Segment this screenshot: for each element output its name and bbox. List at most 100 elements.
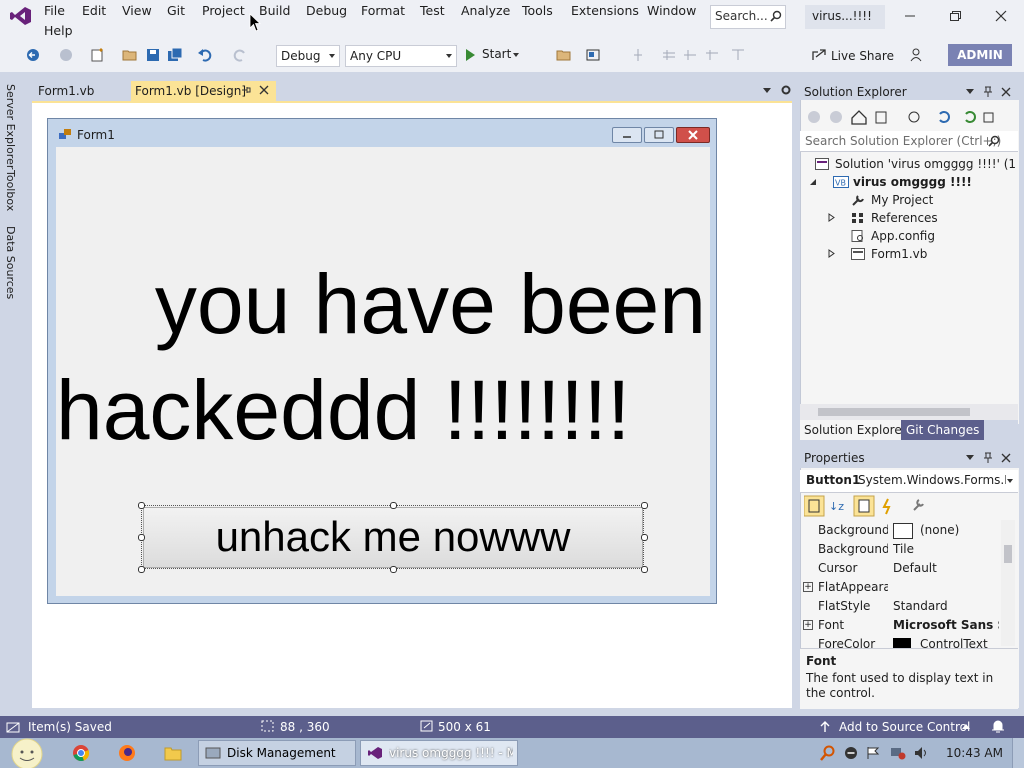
prop-value[interactable]: Standard <box>893 599 999 613</box>
menu-analyze[interactable]: Analyze <box>459 1 512 21</box>
minimize-icon[interactable] <box>902 8 918 24</box>
resize-handle[interactable] <box>138 502 145 509</box>
collapse-arrow-icon[interactable] <box>809 178 817 186</box>
forward-icon[interactable] <box>59 48 73 62</box>
menu-tools[interactable]: Tools <box>520 1 555 21</box>
new-project-icon[interactable] <box>90 47 106 63</box>
panel-close-icon[interactable] <box>1001 87 1011 97</box>
find-in-files-icon[interactable] <box>556 47 572 63</box>
prop-value[interactable]: Microsoft Sans Seri <box>893 618 999 632</box>
props-vertical-scrollbar[interactable] <box>1001 520 1015 646</box>
chrome-icon[interactable] <box>72 744 90 762</box>
prop-value[interactable]: Default <box>893 561 999 575</box>
resize-handle[interactable] <box>390 502 397 509</box>
expand-plus-icon[interactable]: + <box>803 582 813 592</box>
menu-window[interactable]: Window <box>645 1 698 21</box>
resize-handle[interactable] <box>390 566 397 573</box>
expand-arrow-icon[interactable] <box>828 213 836 222</box>
tab-close-icon[interactable] <box>259 85 269 95</box>
start-icon[interactable] <box>464 48 476 62</box>
close-icon[interactable] <box>993 8 1009 24</box>
add-to-source-control[interactable]: Add to Source Control <box>839 720 970 734</box>
side-tab-data-sources[interactable]: Data Sources <box>4 226 17 299</box>
resize-handle[interactable] <box>641 502 648 509</box>
tray-flag-icon[interactable] <box>866 746 880 760</box>
open-folder-icon[interactable] <box>122 47 138 63</box>
restore-icon[interactable] <box>947 8 963 24</box>
tree-project[interactable]: virus omgggg !!!! <box>853 175 972 189</box>
tree-app-config[interactable]: App.config <box>871 229 935 243</box>
menu-file[interactable]: File <box>42 1 67 21</box>
tab-form1-design[interactable]: Form1.vb [Design] <box>131 81 276 101</box>
tray-minus-icon[interactable] <box>844 746 858 760</box>
prop-value[interactable]: ControlText <box>920 637 988 648</box>
start-orb-icon[interactable] <box>8 736 46 768</box>
panel-close-icon[interactable] <box>1001 453 1011 463</box>
hacked-label-line-2[interactable]: hackeddd !!!!!!!! <box>56 358 710 462</box>
menu-edit[interactable]: Edit <box>80 1 108 21</box>
menu-build[interactable]: Build <box>257 1 292 21</box>
pin-icon[interactable] <box>241 85 251 95</box>
menu-project[interactable]: Project <box>200 1 247 21</box>
save-all-icon[interactable] <box>167 47 183 63</box>
save-icon[interactable] <box>145 47 161 63</box>
tree-references[interactable]: References <box>871 211 938 225</box>
layout-icon[interactable] <box>585 47 601 63</box>
start-dropdown-icon[interactable] <box>513 53 519 57</box>
se-search-input[interactable]: Search Solution Explorer (Ctrl+;) <box>800 131 1018 152</box>
tab-solution-explorer[interactable]: Solution Explorer <box>800 420 911 440</box>
live-share-icon[interactable] <box>811 48 827 62</box>
tab-git-changes[interactable]: Git Changes <box>901 420 985 440</box>
menu-debug[interactable]: Debug <box>304 1 349 21</box>
scrollbar-thumb[interactable] <box>818 408 970 416</box>
tray-search-icon[interactable] <box>820 745 836 761</box>
panel-dropdown-icon[interactable] <box>966 89 974 94</box>
object-dropdown-icon[interactable] <box>1007 479 1013 483</box>
platform-select[interactable]: Any CPU <box>345 45 457 67</box>
prop-value[interactable]: Tile <box>893 542 999 556</box>
panel-pin-icon[interactable] <box>983 452 993 464</box>
task-disk-management[interactable]: Disk Management <box>198 740 356 766</box>
se-horizontal-scrollbar[interactable] <box>800 404 1018 420</box>
undo-icon[interactable] <box>197 47 213 63</box>
tree-solution[interactable]: Solution 'virus omgggg !!!!' (1 of 1 <box>835 157 1015 171</box>
menu-extensions[interactable]: Extensions <box>569 1 641 21</box>
resize-handle[interactable] <box>138 566 145 573</box>
hacked-label-line-1[interactable]: you have been <box>56 252 710 356</box>
expand-arrow-icon[interactable] <box>828 249 836 258</box>
back-icon[interactable] <box>26 48 40 62</box>
start-button[interactable]: Start <box>482 47 511 61</box>
expand-plus-icon[interactable]: + <box>803 620 813 630</box>
notification-bell-icon[interactable] <box>991 719 1005 734</box>
resize-handle[interactable] <box>641 566 648 573</box>
tree-form1-vb[interactable]: Form1.vb <box>871 247 927 261</box>
resize-handle[interactable] <box>641 534 648 541</box>
properties-object-select[interactable]: Button1 System.Windows.Forms.Bu <box>800 470 1018 493</box>
menu-help[interactable]: Help <box>42 21 75 41</box>
live-share-button[interactable]: Live Share <box>831 49 894 63</box>
show-desktop-button[interactable] <box>1012 738 1024 768</box>
menu-git[interactable]: Git <box>165 1 187 21</box>
network-status-icon[interactable] <box>890 746 906 760</box>
search-box[interactable]: Search... <box>710 5 786 29</box>
admin-badge[interactable]: ADMIN <box>948 44 1012 66</box>
task-visual-studio[interactable]: virus omgggg !!!! - M... <box>360 740 518 766</box>
side-tab-server-explorer[interactable]: Server Explorer <box>4 84 17 169</box>
scrollbar-thumb[interactable] <box>1004 545 1012 563</box>
doc-settings-gear-icon[interactable] <box>780 84 792 96</box>
prop-value[interactable]: (none) <box>920 523 1000 537</box>
menu-test[interactable]: Test <box>418 1 447 21</box>
explorer-folder-icon[interactable] <box>164 744 182 762</box>
volume-icon[interactable] <box>914 746 930 760</box>
menu-view[interactable]: View <box>120 1 154 21</box>
side-tab-toolbox[interactable]: Toolbox <box>4 170 17 211</box>
solution-name-box[interactable]: virus...!!!! <box>805 5 885 29</box>
firefox-icon[interactable] <box>118 744 136 762</box>
panel-dropdown-icon[interactable] <box>966 455 974 460</box>
tab-list-dropdown-icon[interactable] <box>763 88 771 93</box>
tree-my-project[interactable]: My Project <box>871 193 933 207</box>
panel-pin-icon[interactable] <box>983 86 993 98</box>
source-control-dropdown-icon[interactable] <box>962 724 970 729</box>
resize-handle[interactable] <box>138 534 145 541</box>
feedback-icon[interactable] <box>908 47 924 63</box>
